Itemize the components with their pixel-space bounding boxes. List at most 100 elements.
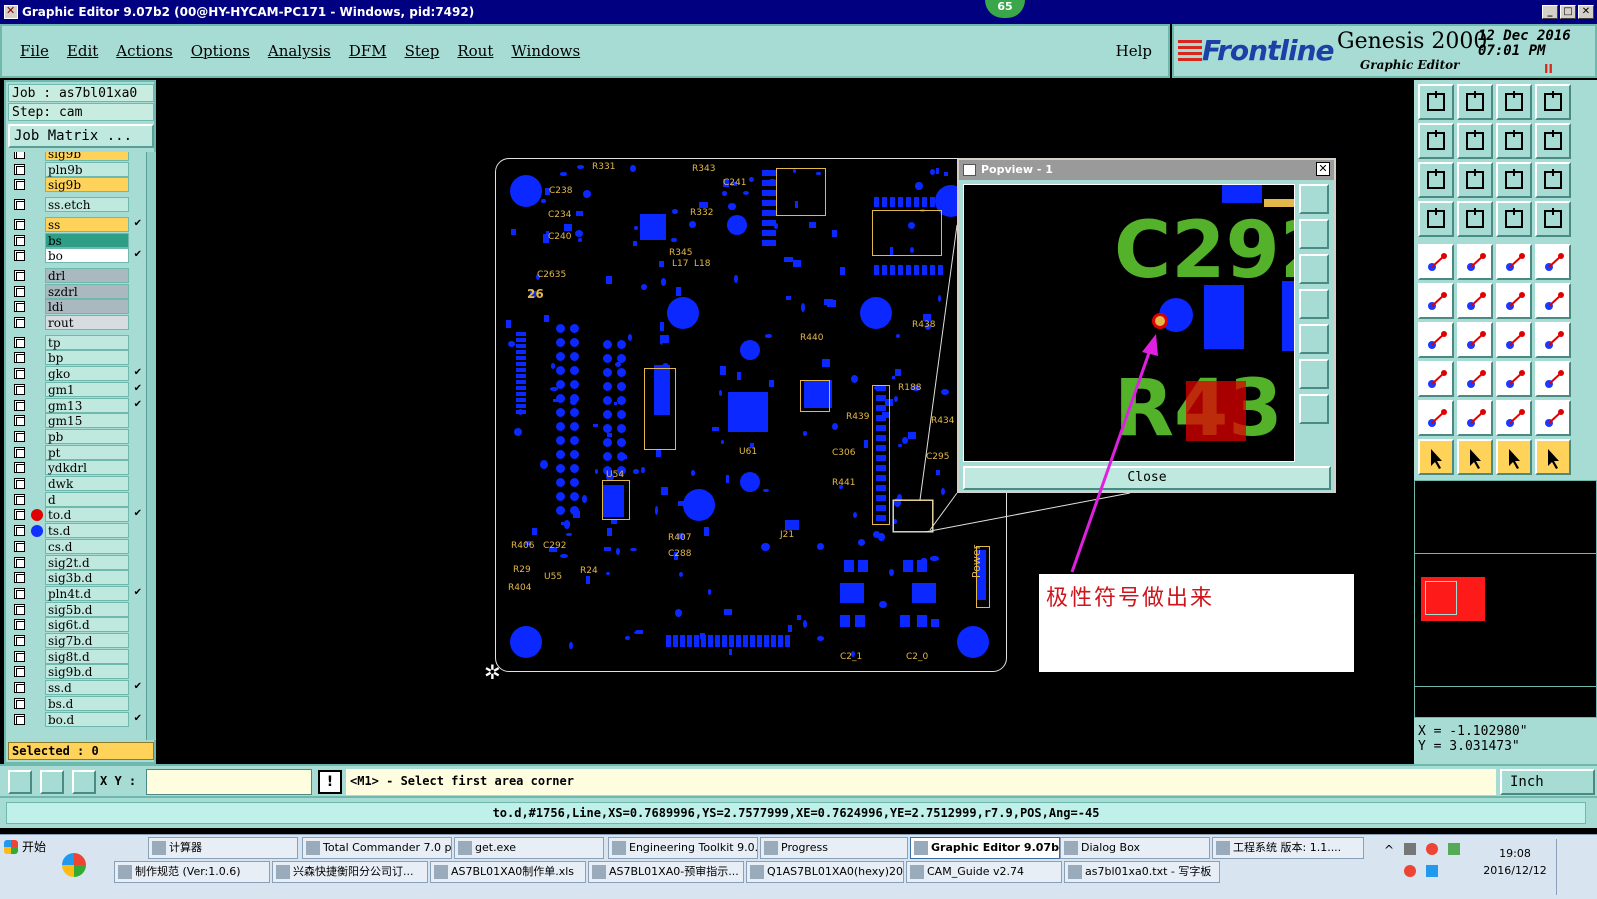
command-prompt: <M1> - Select first area corner bbox=[346, 769, 1496, 795]
measure-icon[interactable] bbox=[40, 770, 64, 794]
coord-y: Y = 3.031473" bbox=[1418, 739, 1520, 754]
text-icon[interactable] bbox=[1496, 400, 1532, 436]
taskbar-item[interactable]: AS7BL01XA0制作单.xls bbox=[430, 861, 586, 883]
fit-view-icon[interactable] bbox=[1535, 84, 1571, 120]
move-icon[interactable] bbox=[1457, 361, 1493, 397]
ruler-icon[interactable] bbox=[1496, 244, 1532, 280]
overview-view-window[interactable] bbox=[1425, 581, 1457, 615]
taskbar-app-icon bbox=[592, 865, 606, 879]
redraw-icon[interactable] bbox=[1535, 123, 1571, 159]
pad-icon[interactable] bbox=[1418, 244, 1454, 280]
feature-info: to.d,#1756,Line,XS=0.7689996,YS=2.757799… bbox=[6, 802, 1586, 824]
add-arc-icon[interactable] bbox=[1535, 283, 1571, 319]
open-step-icon[interactable] bbox=[1418, 84, 1454, 120]
taskbar-item[interactable]: 计算器 bbox=[148, 837, 298, 859]
taskbar-app-icon bbox=[276, 865, 290, 879]
dot-icon[interactable] bbox=[1535, 244, 1571, 280]
taskbar-app-icon bbox=[1068, 865, 1082, 879]
polarity-icon[interactable] bbox=[1457, 244, 1493, 280]
drc-icon[interactable] bbox=[1535, 400, 1571, 436]
mirror-icon[interactable] bbox=[1457, 400, 1493, 436]
save-icon[interactable] bbox=[1457, 84, 1493, 120]
zoom-area-icon[interactable] bbox=[1418, 162, 1454, 198]
select-box-icon[interactable] bbox=[1457, 439, 1493, 475]
windows-orb-icon[interactable] bbox=[62, 853, 86, 877]
delete-icon[interactable] bbox=[1457, 283, 1493, 319]
select-net-icon[interactable] bbox=[1496, 439, 1532, 475]
tool-palette bbox=[1414, 80, 1597, 480]
status-bar: to.d,#1756,Line,XS=0.7689996,YS=2.757799… bbox=[0, 796, 1597, 828]
taskbar-item[interactable]: Graphic Editor 9.07b... bbox=[910, 837, 1060, 859]
grid-icon[interactable] bbox=[1457, 201, 1493, 237]
group-icon[interactable] bbox=[1535, 361, 1571, 397]
select-icon[interactable] bbox=[1418, 439, 1454, 475]
undo-icon[interactable] bbox=[1496, 322, 1532, 358]
taskbar-app-icon bbox=[750, 865, 764, 879]
start-button[interactable]: 开始 bbox=[2, 837, 50, 859]
windows-taskbar: 开始 ^ 19:08 2016/12/12 计算器 Total Commander… bbox=[0, 834, 1597, 899]
tray-security-icon bbox=[1404, 865, 1416, 877]
highlight-icon[interactable] bbox=[1496, 201, 1532, 237]
zoom-fit-icon[interactable] bbox=[1457, 162, 1493, 198]
taskbar-item[interactable]: Dialog Box bbox=[1060, 837, 1210, 859]
scale-1-2-icon[interactable] bbox=[1496, 162, 1532, 198]
taskbar-app-icon bbox=[306, 841, 320, 855]
tray-network-icon bbox=[1448, 843, 1460, 855]
triangle-icon[interactable] bbox=[1418, 400, 1454, 436]
taskbar-app-icon bbox=[152, 841, 166, 855]
connect-icon[interactable] bbox=[1418, 283, 1454, 319]
copy-feature-icon[interactable] bbox=[1418, 361, 1454, 397]
taskbar-item[interactable]: Q1AS7BL01XA0(hexy)20... bbox=[746, 861, 904, 883]
home-icon[interactable] bbox=[1496, 84, 1532, 120]
compare-icon[interactable] bbox=[1535, 201, 1571, 237]
system-tray[interactable]: ^ bbox=[1380, 841, 1470, 885]
add-line-icon[interactable] bbox=[1496, 283, 1532, 319]
angle-icon[interactable] bbox=[1418, 322, 1454, 358]
taskbar-item[interactable]: 制作规范 (Ver:1.0.6) bbox=[114, 861, 270, 883]
resize-icon[interactable] bbox=[1496, 361, 1532, 397]
windows-logo-icon bbox=[4, 840, 18, 854]
xy-input[interactable] bbox=[146, 769, 312, 795]
annotation-text: 极性符号做出来 bbox=[1046, 586, 1215, 611]
taskbar-app-icon bbox=[118, 865, 132, 879]
taskbar-app-icon bbox=[914, 841, 928, 855]
help-icon[interactable] bbox=[1535, 162, 1571, 198]
tray-app-icon bbox=[1426, 843, 1438, 855]
tray-volume-icon bbox=[1426, 865, 1438, 877]
taskbar-item[interactable]: Engineering Toolkit 9.0... bbox=[608, 837, 758, 859]
layer-attr-icon[interactable] bbox=[1418, 201, 1454, 237]
taskbar-app-icon bbox=[1216, 841, 1230, 855]
tray-device-icon bbox=[1404, 843, 1416, 855]
warning-icon[interactable]: ! bbox=[318, 770, 342, 794]
grid-icon[interactable] bbox=[72, 770, 96, 794]
taskbar-app-icon bbox=[764, 841, 778, 855]
cursor-coordinates: X = -1.102980" Y = 3.031473" bbox=[1414, 718, 1597, 764]
units-button[interactable]: Inch bbox=[1500, 769, 1595, 795]
taskbar-clock[interactable]: 19:08 2016/12/12 bbox=[1480, 845, 1550, 879]
taskbar-app-icon bbox=[612, 841, 626, 855]
tray-expand-icon: ^ bbox=[1384, 843, 1395, 857]
taskbar-item[interactable]: Progress bbox=[760, 837, 908, 859]
slope-icon[interactable] bbox=[1457, 322, 1493, 358]
taskbar-item[interactable]: Total Commander 7.0 p... bbox=[302, 837, 452, 859]
route-icon[interactable] bbox=[1535, 439, 1571, 475]
zoom-out-icon[interactable] bbox=[1457, 123, 1493, 159]
show-desktop-button[interactable] bbox=[1556, 839, 1594, 895]
taskbar-item[interactable]: AS7BL01XA0-预审指示... bbox=[588, 861, 744, 883]
taskbar-app-icon bbox=[1064, 841, 1078, 855]
taskbar-item[interactable]: 兴森快捷衡阳分公司订... bbox=[272, 861, 428, 883]
taskbar-app-icon bbox=[458, 841, 472, 855]
taskbar-app-icon bbox=[434, 865, 448, 879]
taskbar-item[interactable]: CAM_Guide v2.74 bbox=[906, 861, 1062, 883]
snap-icon[interactable] bbox=[8, 770, 32, 794]
split-icon[interactable] bbox=[1535, 322, 1571, 358]
coord-x: X = -1.102980" bbox=[1418, 724, 1528, 739]
taskbar-item[interactable]: as7bl01xa0.txt - 写字板 bbox=[1064, 861, 1220, 883]
overview-map[interactable] bbox=[1414, 480, 1597, 718]
annotation-note: 极性符号做出来 bbox=[1039, 574, 1354, 672]
pan-icon[interactable] bbox=[1496, 123, 1532, 159]
xy-label: X Y : bbox=[100, 774, 137, 788]
taskbar-item[interactable]: get.exe bbox=[454, 837, 604, 859]
zoom-in-icon[interactable] bbox=[1418, 123, 1454, 159]
taskbar-item[interactable]: 工程系统 版本: 1.1.... bbox=[1212, 837, 1364, 859]
